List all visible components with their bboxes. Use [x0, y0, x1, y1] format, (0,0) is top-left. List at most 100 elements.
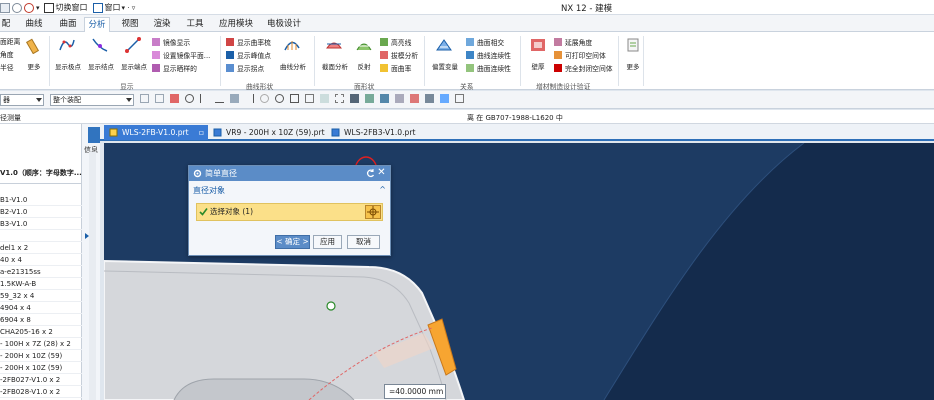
show-endpoints-button[interactable]: 显示端点	[121, 36, 147, 76]
tab-surface[interactable]: 曲面	[56, 17, 80, 31]
list-item[interactable]: - 100H x 7Z (28) x 2	[0, 338, 82, 350]
list-item[interactable]: - 200H x 10Z (59)	[0, 362, 82, 374]
angle-button[interactable]: 角度	[0, 49, 14, 59]
quadrant-icon[interactable]	[290, 94, 299, 103]
tab-electrode-design[interactable]: 电极设计	[264, 17, 304, 31]
tab-view[interactable]: 视图	[118, 17, 142, 31]
tab-application[interactable]: 应用模块	[216, 17, 256, 31]
list-item[interactable]: 59_32 x 4	[0, 290, 82, 302]
diameter-object-section[interactable]: 直径对象 ^	[193, 185, 388, 198]
list-item[interactable]: B3-V1.0	[0, 218, 82, 230]
chevron-up-icon[interactable]: ^	[379, 185, 386, 194]
surface-continuity-button[interactable]: 曲面连续性	[466, 63, 511, 73]
close-icon[interactable]: ▫	[199, 125, 204, 140]
deselect-icon[interactable]	[155, 94, 164, 103]
type-filter-select[interactable]: 器	[0, 94, 44, 106]
end-point-icon[interactable]	[200, 94, 209, 103]
render-icon[interactable]	[365, 94, 374, 103]
shade-icon[interactable]	[425, 94, 434, 103]
radius-button[interactable]: 半径	[0, 62, 14, 72]
more-button-0[interactable]: 更多	[22, 36, 46, 76]
filter-icon[interactable]	[170, 94, 179, 103]
doc-tab-1[interactable]: WLS-2FB-V1.0.prt ▫	[104, 125, 208, 140]
dialog-title-bar[interactable]: 简单直径 ✕	[189, 166, 390, 181]
list-item[interactable]: B2-V1.0	[0, 206, 82, 218]
line-icon[interactable]	[245, 94, 254, 103]
peak-points-button[interactable]: 显示峰值点	[226, 50, 271, 60]
list-item[interactable]: 40 x 4	[0, 254, 82, 266]
list-item[interactable]: 1.5KW-A-B	[0, 278, 82, 290]
stop-icon[interactable]	[24, 2, 34, 13]
list-item[interactable]: CHA205-16 x 2	[0, 326, 82, 338]
doc-tab-3[interactable]: WLS-2FB3-V1.0.prt	[326, 125, 426, 140]
offset-variable-button[interactable]: 偏置变量	[432, 36, 458, 76]
color-icon[interactable]	[410, 94, 419, 103]
list-item[interactable]: del1 x 2	[0, 242, 82, 254]
layer-icon[interactable]	[395, 94, 404, 103]
highlight-lines-button[interactable]: 高亮线	[380, 37, 411, 47]
arc-center-icon[interactable]	[275, 94, 284, 103]
orient-icon[interactable]	[380, 94, 389, 103]
undo-icon[interactable]	[12, 2, 22, 13]
list-item[interactable]: 4904 x 4	[0, 302, 82, 314]
list-item[interactable]: -2FB028-V1.0 x 2	[0, 386, 82, 398]
reset-icon[interactable]	[365, 168, 376, 179]
mirror-display-button[interactable]: 镜像显示	[152, 37, 190, 47]
select-icon[interactable]	[140, 94, 149, 103]
snap-point-icon[interactable]	[185, 94, 194, 103]
more-button-6[interactable]: 更多	[621, 36, 645, 76]
select-object-row[interactable]: 选择对象 (1)	[196, 203, 383, 221]
overhang-angle-button[interactable]: 延展角度	[554, 37, 592, 47]
face-distance-button[interactable]: 面距离	[0, 36, 20, 46]
window-dropdown-icon[interactable]: ▾ ‧ ▿	[122, 4, 136, 12]
assembly-scope-select[interactable]: 整个装配	[50, 94, 134, 106]
doc-tab-2[interactable]: VR9 - 200H x 10Z (59).prt	[208, 125, 330, 140]
curve-icon[interactable]	[260, 94, 269, 103]
cube-view-icon[interactable]	[440, 94, 449, 103]
mid-point-icon[interactable]	[215, 94, 224, 103]
show-fine-button[interactable]: 显示晒样的	[152, 63, 197, 73]
draft-analysis-button[interactable]: 拔模分析	[380, 50, 418, 60]
grid-icon[interactable]	[335, 94, 344, 103]
close-icon[interactable]: ✕	[376, 167, 387, 179]
list-item[interactable]: a-e21315ss	[0, 266, 82, 278]
cancel-button[interactable]: 取消	[347, 235, 380, 249]
surface-intersect-button[interactable]: 曲面相交	[466, 37, 504, 47]
gear-icon[interactable]	[193, 169, 202, 178]
tab-render[interactable]: 渲染	[150, 17, 174, 31]
show-knots-button[interactable]: 显示结点	[88, 36, 114, 76]
ok-button[interactable]: < 确定 >	[275, 235, 310, 249]
tab-curve[interactable]: 曲线	[22, 17, 46, 31]
list-item[interactable]: - 200H x 10Z (59)	[0, 350, 82, 362]
navigator-scrollbar[interactable]	[89, 152, 96, 400]
curve-continuity-button[interactable]: 曲线连续性	[466, 50, 511, 60]
wall-thickness-button[interactable]: 壁厚	[526, 36, 550, 76]
cube-icon[interactable]	[230, 94, 239, 103]
list-item[interactable]: B1-V1.0	[0, 194, 82, 206]
tools-icon[interactable]	[455, 94, 464, 103]
window-menu-button[interactable]: 窗口	[105, 2, 121, 13]
section-analysis-button[interactable]: 截面分析	[322, 36, 348, 76]
set-mirror-plane-button[interactable]: 设置镜像平面...	[152, 50, 210, 60]
navigator-column-header[interactable]: V1.0（顺序：字母数字...	[0, 166, 82, 184]
switch-window-button[interactable]: 切换窗口	[56, 2, 88, 13]
intersection-icon[interactable]	[305, 94, 314, 103]
inflection-button[interactable]: 显示拐点	[226, 63, 264, 73]
file-icon[interactable]	[0, 2, 10, 13]
reflection-button[interactable]: 反射	[352, 36, 376, 76]
apply-button[interactable]: 应用	[313, 235, 342, 249]
printable-volume-button[interactable]: 可打印空间体	[554, 50, 606, 60]
tab-tools[interactable]: 工具	[183, 17, 207, 31]
resource-bar-icon[interactable]	[88, 127, 100, 143]
tab-analysis[interactable]: 分析	[84, 17, 110, 33]
enclosed-volume-button[interactable]: 完全封闭空间体	[554, 63, 613, 73]
crosshair-icon[interactable]	[365, 205, 381, 219]
face-curvature-button[interactable]: 面曲率	[380, 63, 411, 73]
show-poles-button[interactable]: 显示极点	[55, 36, 81, 76]
tab-assembly[interactable]: 配	[0, 17, 12, 31]
view-icon[interactable]	[350, 94, 359, 103]
dropdown-arrow-icon[interactable]: ▾	[36, 4, 40, 12]
curvature-comb-button[interactable]: 显示曲率梳	[226, 37, 271, 47]
list-item[interactable]	[0, 230, 82, 242]
list-item[interactable]: -2FB027-V1.0 x 2	[0, 374, 82, 386]
